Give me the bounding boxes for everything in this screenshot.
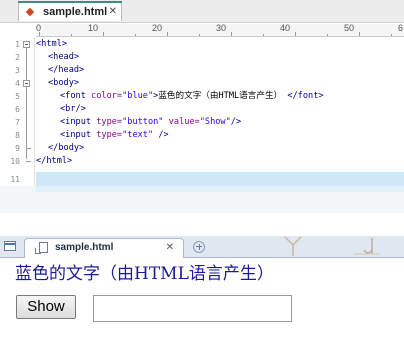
ruler-tick — [231, 32, 232, 36]
editor-tab-label: sample.html — [43, 6, 108, 18]
code-token-value: "button" — [122, 117, 164, 127]
browser-tab-bar: sample.html ✕ — [0, 236, 404, 258]
show-button[interactable]: Show — [16, 295, 76, 319]
line-number: 10 — [10, 157, 20, 166]
line-number: 5 — [15, 92, 20, 101]
code-line-2: <head> — [48, 51, 79, 64]
ruler-label: 50 — [344, 23, 355, 33]
fold-end-marker — [26, 161, 31, 162]
ruler-tick — [327, 34, 328, 36]
code-token-tag: </font> — [282, 91, 324, 101]
code-token-attribute: type= — [96, 117, 123, 127]
close-icon[interactable]: ✕ — [109, 5, 117, 19]
code-line-4: <body> — [48, 77, 79, 90]
ruler-tick — [391, 34, 392, 36]
code-token-tag: <input — [60, 130, 97, 140]
code-token-tag: </body> — [48, 143, 85, 153]
code-token-text: 蓝色的文字（由HTML语言产生） — [158, 91, 283, 101]
line-number: 1 — [15, 40, 20, 49]
code-line-5: <font color="blue">蓝色的文字（由HTML语言产生） </fo… — [60, 90, 324, 103]
fold-toggle-body-icon[interactable] — [23, 80, 30, 87]
text-input[interactable] — [93, 295, 292, 322]
ruler-tick — [39, 32, 40, 36]
line-number: 3 — [15, 66, 20, 75]
blue-font-text: 蓝色的文字（由HTML语言产生） — [15, 264, 274, 284]
page-icon — [35, 242, 48, 254]
code-token-tag: /> — [230, 117, 242, 127]
html-file-icon — [25, 7, 35, 17]
fold-toggle-html-icon[interactable] — [23, 41, 30, 48]
rendered-page: 蓝色的文字（由HTML语言产生） Show — [0, 258, 404, 353]
code-token-tag: </head> — [48, 65, 85, 75]
decorative-ornament-icon — [284, 236, 302, 256]
ruler-tick — [71, 34, 72, 36]
code-token-tag: <head> — [48, 52, 80, 62]
current-line-highlight — [36, 172, 404, 186]
code-token-value: "blue" — [122, 91, 154, 101]
editor-tab-sample-html[interactable]: sample.html ✕ — [18, 1, 122, 21]
editor-tab-bar: sample.html ✕ — [0, 0, 404, 23]
editor-bottom-highlight — [36, 186, 404, 192]
browser-tab-label: sample.html — [55, 242, 114, 253]
code-token-tag: <input — [60, 117, 97, 127]
code-token-tag: <font — [60, 91, 92, 101]
code-line-6: <br/> — [60, 103, 86, 116]
ruler-tick — [263, 34, 264, 36]
ruler-tick — [359, 32, 360, 36]
ruler-label: 30 — [216, 23, 227, 33]
code-token-attribute: type= — [96, 130, 123, 140]
line-number: 4 — [15, 79, 20, 88]
browser-menu-icon[interactable] — [4, 241, 16, 251]
column-ruler: 0 10 20 30 40 50 6 — [36, 23, 404, 37]
line-number-gutter: 1 2 3 4 5 6 7 8 9 10 11 — [0, 37, 35, 187]
new-tab-icon[interactable] — [193, 241, 205, 253]
code-token-attribute: value= — [163, 117, 200, 127]
fold-end-marker — [26, 148, 31, 149]
code-line-7: <input type="button" value="Show"/> — [60, 116, 241, 129]
code-token-tag: <br/> — [60, 104, 86, 114]
code-line-9: </body> — [48, 142, 84, 155]
code-token-value: "text" — [122, 130, 154, 140]
line-number: 11 — [10, 175, 20, 184]
ruler-tick — [167, 32, 168, 36]
ruler-tick — [295, 32, 296, 36]
ruler-label: 20 — [152, 23, 163, 33]
code-token-attribute: color= — [91, 91, 123, 101]
line-number: 8 — [15, 131, 20, 140]
browser-tab-sample-html[interactable]: sample.html ✕ — [24, 238, 184, 258]
code-token-tag: <html> — [36, 39, 68, 49]
fold-guide — [26, 48, 27, 80]
line-number: 7 — [15, 118, 20, 127]
ruler-label: 6 — [398, 23, 404, 33]
line-number: 2 — [15, 53, 20, 62]
code-token-tag: /> — [153, 130, 169, 140]
ruler-tick — [103, 32, 104, 36]
code-line-3: </head> — [48, 64, 84, 77]
code-token-value: "Show" — [199, 117, 231, 127]
code-token-tag: <body> — [48, 78, 80, 88]
code-text-area[interactable]: <html> <head> </head> <body> <font color… — [36, 37, 404, 187]
browser-preview: sample.html ✕ 蓝色的文字（由HTML语言产生） Show — [0, 236, 404, 353]
close-icon[interactable]: ✕ — [166, 242, 174, 254]
ruler-label: 40 — [280, 23, 291, 33]
line-number: 9 — [15, 144, 20, 153]
ruler-label: 10 — [88, 23, 99, 33]
code-editor: sample.html ✕ 0 10 20 30 40 50 6 1 2 3 4… — [0, 0, 404, 213]
code-line-8: <input type="text" /> — [60, 129, 169, 142]
ruler-tick — [135, 34, 136, 36]
code-token-tag: </html> — [36, 156, 73, 166]
decorative-ornament-icon — [354, 238, 380, 255]
code-line-1: <html> — [36, 38, 67, 51]
line-number: 6 — [15, 105, 20, 114]
ruler-tick — [199, 34, 200, 36]
code-line-10: </html> — [36, 155, 72, 168]
